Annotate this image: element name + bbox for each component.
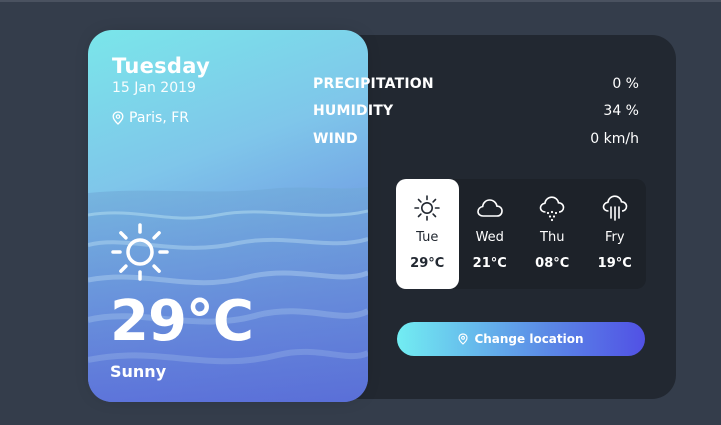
stat-value: 34 % — [603, 103, 639, 120]
day-label: Fry — [604, 230, 625, 245]
day-thu[interactable]: Thu 08°C — [521, 179, 584, 289]
stat-title: HUMIDITY — [313, 103, 394, 120]
weather-container: 29°C Sunny — [110, 222, 254, 381]
day-wed[interactable]: Wed 21°C — [459, 179, 522, 289]
stat-value: 0 % — [612, 75, 639, 92]
sun-icon — [414, 195, 441, 221]
day-temp: 29°C — [410, 256, 445, 271]
stat-title: PRECIPITATION — [313, 75, 434, 92]
sun-icon — [111, 223, 169, 281]
temperature-value: 29°C — [110, 289, 254, 354]
precipitation-row: PRECIPITATION 0 % — [313, 70, 639, 98]
date-container: Tuesday 15 Jan 2019 Paris, FR — [112, 54, 210, 126]
cloud-icon — [476, 199, 503, 217]
stat-title: WIND — [313, 130, 358, 147]
day-name: Tuesday — [112, 54, 211, 78]
change-location-button[interactable]: Change location — [397, 322, 645, 356]
day-label: Tue — [416, 230, 439, 245]
change-location-label: Change location — [474, 332, 584, 346]
day-temp: 19°C — [597, 256, 632, 271]
location-pin-icon — [458, 333, 469, 345]
wind-row: WIND 0 km/h — [313, 125, 639, 153]
day-label: Thu — [540, 230, 565, 245]
location-row: Paris, FR — [112, 110, 210, 126]
stat-value: 0 km/h — [590, 130, 639, 147]
top-bar — [0, 0, 721, 2]
date-text: 15 Jan 2019 — [112, 80, 196, 96]
day-temp: 21°C — [472, 256, 507, 271]
week-list: Tue 29°C Wed 21°C Thu 08°C Fry 19°C — [396, 179, 646, 289]
location-text: Paris, FR — [129, 110, 190, 126]
day-tue[interactable]: Tue 29°C — [396, 179, 459, 289]
day-label: Wed — [475, 230, 504, 245]
humidity-row: HUMIDITY 34 % — [313, 98, 639, 126]
location-pin-icon — [112, 111, 124, 125]
weather-description: Sunny — [110, 362, 167, 381]
rain-cloud-icon — [602, 195, 628, 221]
day-fry[interactable]: Fry 19°C — [584, 179, 647, 289]
snow-cloud-icon — [539, 196, 565, 222]
today-stats: PRECIPITATION 0 % HUMIDITY 34 % WIND 0 k… — [313, 70, 639, 153]
day-temp: 08°C — [535, 256, 570, 271]
